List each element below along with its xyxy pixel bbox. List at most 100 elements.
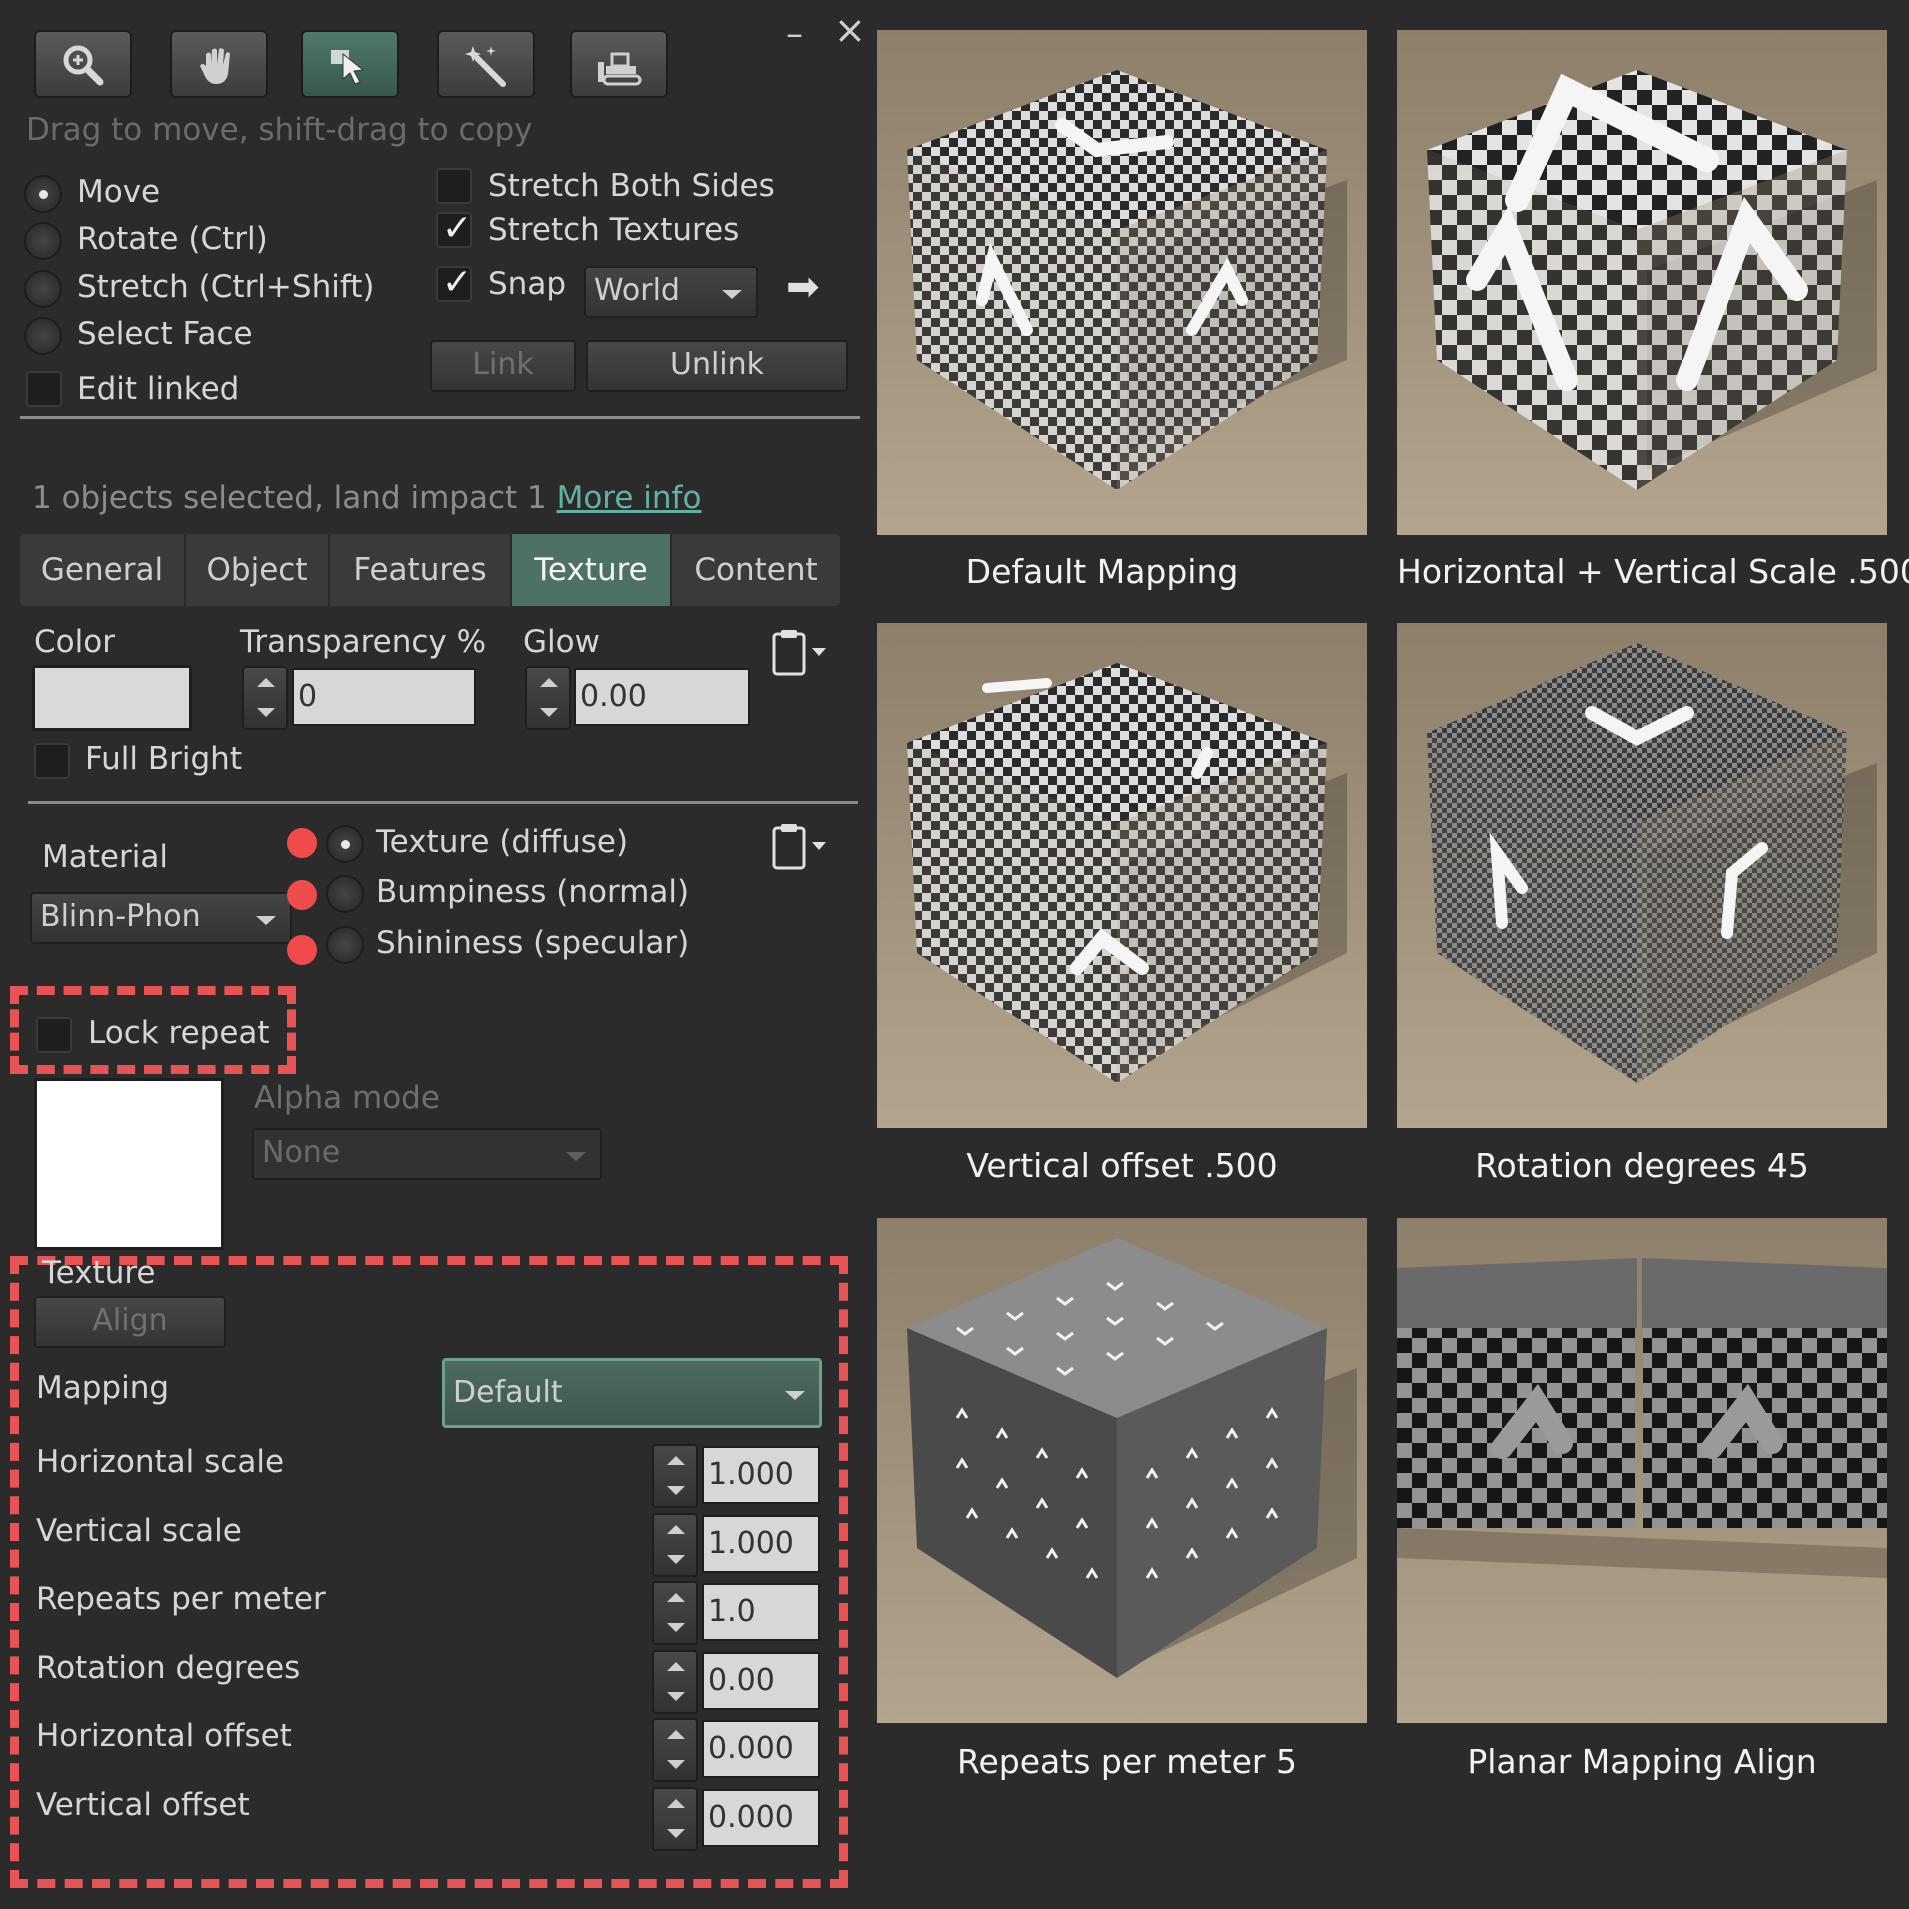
horizontal-offset-field[interactable]: 0.000 [702, 1720, 820, 1778]
mapping-value: Default [453, 1375, 563, 1410]
transparency-stepper[interactable] [242, 666, 288, 730]
transparency-label: Transparency % [240, 624, 487, 660]
texture-diffuse-label: Texture (diffuse) [376, 824, 629, 860]
stretch-radio[interactable] [24, 270, 62, 308]
vertical-offset-label: Vertical offset [36, 1787, 250, 1823]
example-image-default-mapping [877, 30, 1367, 535]
transparency-field[interactable]: 0 [292, 668, 476, 726]
divider [20, 416, 860, 419]
rotation-degrees-label: Rotation degrees [36, 1650, 301, 1686]
select-face-label: Select Face [77, 316, 253, 352]
color-label: Color [34, 624, 115, 660]
texture-swatch[interactable] [34, 1078, 224, 1250]
mapping-select[interactable]: Default [442, 1358, 822, 1428]
glow-stepper[interactable] [525, 666, 571, 730]
selection-text: 1 objects selected, land impact 1 [32, 480, 547, 516]
land-tool-button[interactable] [570, 30, 668, 98]
minimize-button[interactable]: – [786, 14, 803, 54]
chevron-down-icon [785, 1391, 805, 1400]
shininess-radio[interactable] [326, 926, 364, 964]
arrow-pointer-icon [331, 50, 365, 85]
more-info-link[interactable]: More info [557, 480, 702, 516]
close-button[interactable]: × [834, 8, 866, 52]
edit-linked-checkbox[interactable] [26, 371, 62, 407]
tool-hint: Drag to move, shift-drag to copy [26, 112, 533, 148]
shininess-label: Shininess (specular) [376, 925, 690, 961]
bulldozer-icon [598, 52, 642, 86]
texture-label: Texture [42, 1255, 156, 1291]
example-image-planar [1397, 1218, 1887, 1723]
material-select[interactable]: Blinn-Phon [30, 892, 292, 944]
edit-linked-label: Edit linked [77, 371, 240, 407]
align-button[interactable]: Align [34, 1296, 226, 1348]
full-bright-checkbox[interactable] [34, 743, 70, 779]
caption-rotation: Rotation degrees 45 [1475, 1146, 1809, 1185]
rotate-label: Rotate (Ctrl) [77, 221, 268, 257]
vertical-scale-stepper[interactable] [652, 1513, 698, 1577]
zoom-tool-button[interactable] [34, 30, 132, 98]
glow-label: Glow [523, 624, 600, 660]
rotation-degrees-stepper[interactable] [652, 1650, 698, 1714]
snap-checkbox[interactable]: ✓ [436, 262, 472, 303]
chevron-down-icon [722, 290, 742, 299]
vertical-offset-field[interactable]: 0.000 [702, 1789, 820, 1847]
stretch-textures-label: Stretch Textures [488, 212, 740, 248]
horizontal-scale-field[interactable]: 1.000 [702, 1446, 820, 1504]
clipboard-icon [772, 630, 826, 676]
chevron-down-icon [566, 1152, 586, 1161]
arrow-right-icon[interactable]: ➡ [786, 264, 820, 310]
tab-object[interactable]: Object [186, 534, 330, 606]
snap-label: Snap [488, 266, 566, 302]
rotation-degrees-field[interactable]: 0.00 [702, 1652, 820, 1710]
create-tool-button[interactable] [437, 30, 535, 98]
move-label: Move [77, 174, 161, 210]
status-dot [287, 880, 317, 910]
clipboard-menu-button[interactable] [770, 628, 832, 682]
alpha-mode-label: Alpha mode [254, 1080, 440, 1116]
tab-features[interactable]: Features [330, 534, 512, 606]
vertical-scale-field[interactable]: 1.000 [702, 1515, 820, 1573]
stretch-label: Stretch (Ctrl+Shift) [77, 269, 375, 305]
stretch-both-label: Stretch Both Sides [488, 168, 775, 204]
bumpiness-label: Bumpiness (normal) [376, 874, 690, 910]
lock-repeat-checkbox[interactable] [36, 1017, 72, 1053]
horizontal-offset-stepper[interactable] [652, 1718, 698, 1782]
horizontal-scale-stepper[interactable] [652, 1444, 698, 1508]
color-swatch[interactable] [32, 665, 192, 731]
repeats-per-meter-label: Repeats per meter [36, 1581, 326, 1617]
alpha-mode-value: None [262, 1135, 341, 1170]
bumpiness-radio[interactable] [326, 875, 364, 913]
tab-bar: General Object Features Texture Content [20, 534, 840, 606]
hand-icon [200, 48, 230, 84]
rotate-radio[interactable] [24, 222, 62, 260]
clipboard-menu-button[interactable] [770, 822, 832, 876]
snap-select[interactable]: World [584, 266, 758, 318]
snap-value: World [594, 273, 680, 308]
vertical-offset-stepper[interactable] [652, 1787, 698, 1851]
edit-tool-button[interactable] [301, 30, 399, 98]
mapping-label: Mapping [36, 1370, 170, 1406]
caption-scale: Horizontal + Vertical Scale .500 [1397, 552, 1909, 591]
example-image-rotation [1397, 623, 1887, 1128]
grab-tool-button[interactable] [170, 30, 268, 98]
caption-default-mapping: Default Mapping [965, 552, 1239, 591]
status-dot [287, 828, 317, 858]
stretch-textures-checkbox[interactable]: ✓ [436, 208, 472, 249]
repeats-per-meter-field[interactable]: 1.0 [702, 1583, 820, 1641]
caption-vertical-offset: Vertical offset .500 [966, 1146, 1278, 1185]
glow-field[interactable]: 0.00 [574, 668, 750, 726]
tab-general[interactable]: General [20, 534, 186, 606]
chevron-down-icon [256, 916, 276, 925]
unlink-button[interactable]: Unlink [586, 340, 848, 392]
texture-diffuse-radio[interactable] [326, 825, 364, 863]
select-face-radio[interactable] [24, 317, 62, 355]
move-radio[interactable] [24, 175, 62, 213]
tab-texture[interactable]: Texture [512, 534, 672, 606]
alpha-mode-select[interactable]: None [252, 1128, 602, 1180]
example-image-scale [1397, 30, 1887, 535]
tab-content[interactable]: Content [672, 534, 840, 606]
checkmark-icon: ✓ [442, 208, 473, 249]
stretch-both-checkbox[interactable] [436, 168, 472, 204]
link-button[interactable]: Link [430, 340, 576, 392]
repeats-per-meter-stepper[interactable] [652, 1581, 698, 1645]
